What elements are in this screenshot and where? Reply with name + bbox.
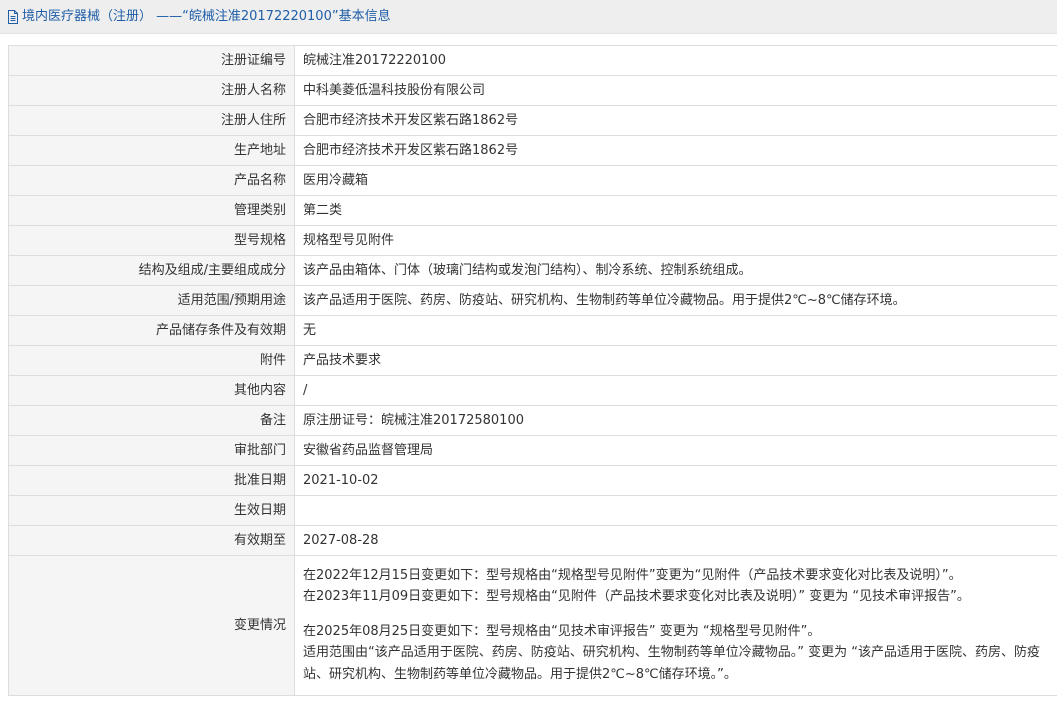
page-header: 境内医疗器械（注册） ——“皖械注准20172220100”基本信息 [0, 0, 1057, 34]
change-history-value: 在2022年12月15日变更如下：型号规格由“规格型号见附件”变更为“见附件（产… [294, 555, 1057, 696]
field-value: 原注册证号：皖械注准20172580100 [294, 405, 1057, 436]
field-value [294, 495, 1057, 526]
document-icon [8, 10, 18, 24]
change-entry: 在2022年12月15日变更如下：型号规格由“规格型号见附件”变更为“见附件（产… [303, 567, 962, 583]
table-row: 有效期至 2027-08-28 [8, 525, 1057, 556]
change-entry: 在2023年11月09日变更如下：型号规格由“见附件（产品技术要求变化对比表及说… [303, 589, 970, 605]
field-value: 合肥市经济技术开发区紫石路1862号 [294, 135, 1057, 166]
page-title: 境内医疗器械（注册） ——“皖械注准20172220100”基本信息 [22, 9, 391, 24]
table-row: 生产地址 合肥市经济技术开发区紫石路1862号 [8, 135, 1057, 166]
field-label: 变更情况 [8, 555, 295, 696]
field-value: 规格型号见附件 [294, 225, 1057, 256]
field-value: 中科美菱低温科技股份有限公司 [294, 75, 1057, 106]
field-label: 有效期至 [8, 525, 295, 556]
field-value: 合肥市经济技术开发区紫石路1862号 [294, 105, 1057, 136]
field-label: 生效日期 [8, 495, 295, 526]
field-value: 医用冷藏箱 [294, 165, 1057, 196]
table-row: 结构及组成/主要组成成分 该产品由箱体、门体（玻璃门结构或发泡门结构）、制冷系统… [8, 255, 1057, 286]
field-label: 管理类别 [8, 195, 295, 226]
detail-table: 注册证编号 皖械注准20172220100 注册人名称 中科美菱低温科技股份有限… [8, 45, 1057, 696]
table-row: 管理类别 第二类 [8, 195, 1057, 226]
table-row: 生效日期 [8, 495, 1057, 526]
change-history-content: 在2022年12月15日变更如下：型号规格由“规格型号见附件”变更为“见附件（产… [303, 562, 1049, 690]
table-row: 注册人住所 合肥市经济技术开发区紫石路1862号 [8, 105, 1057, 136]
table-row: 附件 产品技术要求 [8, 345, 1057, 376]
field-label: 注册证编号 [8, 45, 295, 76]
field-label: 产品名称 [8, 165, 295, 196]
field-value: 2021-10-02 [294, 465, 1057, 496]
field-value: 安徽省药品监督管理局 [294, 435, 1057, 466]
table-row: 产品储存条件及有效期 无 [8, 315, 1057, 346]
change-spacer [303, 608, 1049, 621]
field-value: 第二类 [294, 195, 1057, 226]
field-label: 批准日期 [8, 465, 295, 496]
field-label: 型号规格 [8, 225, 295, 256]
field-label: 结构及组成/主要组成成分 [8, 255, 295, 286]
field-value: 该产品适用于医院、药房、防疫站、研究机构、生物制药等单位冷藏物品。用于提供2℃~… [294, 285, 1057, 316]
table-row: 备注 原注册证号：皖械注准20172580100 [8, 405, 1057, 436]
field-label: 注册人住所 [8, 105, 295, 136]
table-row: 其他内容 / [8, 375, 1057, 406]
field-value: 无 [294, 315, 1057, 346]
field-label: 注册人名称 [8, 75, 295, 106]
field-label: 备注 [8, 405, 295, 436]
field-value: 皖械注准20172220100 [294, 45, 1057, 76]
table-row: 适用范围/预期用途 该产品适用于医院、药房、防疫站、研究机构、生物制药等单位冷藏… [8, 285, 1057, 316]
table-row: 产品名称 医用冷藏箱 [8, 165, 1057, 196]
field-label: 审批部门 [8, 435, 295, 466]
field-label: 生产地址 [8, 135, 295, 166]
field-label: 适用范围/预期用途 [8, 285, 295, 316]
field-value: 产品技术要求 [294, 345, 1057, 376]
field-label: 产品储存条件及有效期 [8, 315, 295, 346]
field-value: / [294, 375, 1057, 406]
table-row: 审批部门 安徽省药品监督管理局 [8, 435, 1057, 466]
change-history-row: 变更情况 在2022年12月15日变更如下：型号规格由“规格型号见附件”变更为“… [8, 555, 1057, 696]
table-row: 型号规格 规格型号见附件 [8, 225, 1057, 256]
change-entry: 适用范围由“该产品适用于医院、药房、防疫站、研究机构、生物制药等单位冷藏物品。”… [303, 645, 1040, 682]
field-label: 其他内容 [8, 375, 295, 406]
field-value: 该产品由箱体、门体（玻璃门结构或发泡门结构）、制冷系统、控制系统组成。 [294, 255, 1057, 286]
page-title-container: 境内医疗器械（注册） ——“皖械注准20172220100”基本信息 [7, 9, 391, 25]
field-label: 附件 [8, 345, 295, 376]
table-row: 注册人名称 中科美菱低温科技股份有限公司 [8, 75, 1057, 106]
field-value: 2027-08-28 [294, 525, 1057, 556]
table-row: 批准日期 2021-10-02 [8, 465, 1057, 496]
change-entry: 在2025年08月25日变更如下：型号规格由“见技术审评报告” 变更为 “规格型… [303, 623, 821, 639]
table-row: 注册证编号 皖械注准20172220100 [8, 45, 1057, 76]
